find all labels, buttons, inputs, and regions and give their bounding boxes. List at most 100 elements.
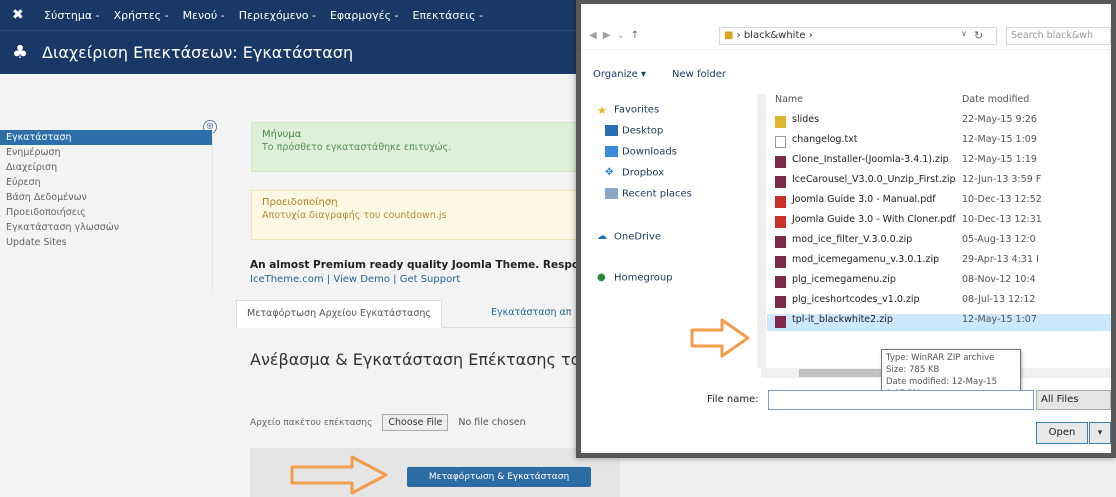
menu-system[interactable]: Σύστημα -: [44, 9, 100, 22]
tab-install-from-folder[interactable]: Εγκατάσταση απ: [481, 300, 582, 328]
open-dropdown-icon[interactable]: ▾: [1089, 422, 1111, 444]
menu-extensions[interactable]: Επεκτάσεις -: [413, 9, 483, 22]
zip-file-icon: [775, 256, 786, 268]
nav-recent-places[interactable]: Recent places: [605, 188, 692, 200]
joomla-logo-icon[interactable]: ✖: [12, 7, 30, 23]
warning-alert-message: Αποτυχία διαγραφής του countdown.js: [262, 210, 447, 221]
folder-icon: ■: [724, 30, 737, 41]
column-date-modified[interactable]: Date modified: [962, 94, 1029, 105]
success-alert-message: Το πρόσθετο εγκαταστάθηκε επιτυχώς.: [262, 142, 452, 153]
menu-components[interactable]: Εφαρμογές -: [330, 9, 399, 22]
file-date: 22-May-15 9:26: [962, 114, 1037, 125]
sidebar-item-update-sites[interactable]: Update Sites: [0, 235, 212, 250]
admin-top-menu: ✖ Σύστημα - Χρήστες - Μενού - Περιεχόμεν…: [0, 0, 600, 30]
nav-downloads[interactable]: Downloads: [605, 146, 677, 158]
file-row[interactable]: Clone_Installer-(Joomla-3.4.1).zip 12-May…: [767, 154, 1111, 171]
install-tabs: Μεταφόρτωση Αρχείου Εγκατάστασης Εγκατάσ…: [236, 300, 600, 328]
file-row[interactable]: mod_icemegamenu_v.3.0.1.zip 29-Apr-13 4:3…: [767, 254, 1111, 271]
cloud-icon: ☁: [597, 231, 607, 242]
sidebar-item-install[interactable]: Εγκατάσταση: [0, 130, 212, 145]
menu-users[interactable]: Χρήστες -: [114, 9, 169, 22]
file-name-input[interactable]: [768, 390, 1034, 410]
path-text: › black&white ›: [736, 30, 813, 41]
choose-file-button[interactable]: Choose File: [382, 414, 449, 431]
no-file-text: No file chosen: [458, 417, 526, 428]
extension-links[interactable]: IceTheme.com | View Demo | Get Support: [250, 274, 460, 285]
file-date: 12-May-15 1:09: [962, 134, 1037, 145]
refresh-icon[interactable]: ↻: [974, 29, 983, 42]
zip-file-icon: [775, 156, 786, 168]
column-name[interactable]: Name: [775, 94, 803, 105]
sidebar-item-update[interactable]: Ενημέρωση: [0, 145, 212, 160]
file-row[interactable]: Joomla Guide 3.0 - Manual.pdf 10-Dec-13 1…: [767, 194, 1111, 211]
sidebar: Εγκατάσταση Ενημέρωση Διαχείριση Εύρεση …: [0, 130, 213, 290]
warning-alert: Προειδοποίηση Αποτυχία διαγραφής του cou…: [251, 190, 596, 240]
nav-homegroup[interactable]: ● Homegroup: [597, 272, 673, 284]
section-title: Ανέβασμα & Εγκατάσταση Επέκτασης του: [250, 350, 590, 369]
sidebar-item-warnings[interactable]: Προειδοποιήσεις: [0, 205, 212, 220]
address-bar: ◀ ▶ ⌄ ↑ ■ › black&white › ∨ ↻ Search bla…: [581, 22, 1111, 50]
file-date: 08-Jul-13 12:12: [962, 294, 1036, 305]
zip-file-icon: [775, 236, 786, 248]
nav-scrollbar[interactable]: [757, 94, 766, 368]
sidebar-item-database[interactable]: Βάση Δεδομένων: [0, 190, 212, 205]
nav-desktop[interactable]: Desktop: [605, 125, 663, 137]
extension-description: An almost Premium ready quality Joomla T…: [250, 259, 597, 271]
search-input[interactable]: Search black&wh: [1006, 27, 1111, 45]
organize-button[interactable]: Organize ▾: [593, 69, 646, 80]
sidebar-item-manage[interactable]: Διαχείριση: [0, 160, 212, 175]
main-content: Μήνυμα Το πρόσθετο εγκαταστάθηκε επιτυχώ…: [220, 80, 620, 497]
tab-upload-package[interactable]: Μεταφόρτωση Αρχείου Εγκατάστασης: [236, 300, 442, 328]
success-alert: Μήνυμα Το πρόσθετο εγκαταστάθηκε επιτυχώ…: [251, 122, 596, 172]
path-field[interactable]: ■ › black&white ›: [719, 27, 997, 45]
folder-file-icon: [775, 116, 786, 128]
file-row[interactable]: IceCarousel_V3.0.0_Unzip_First.zip 12-Jun…: [767, 174, 1111, 191]
file-name-label: File name:: [707, 394, 759, 405]
dialog-toolbar: Organize ▾ New folder: [581, 60, 1111, 88]
chevron-down-icon[interactable]: ∨: [961, 29, 967, 38]
nav-favorites[interactable]: ★ Favorites: [597, 104, 660, 117]
success-alert-heading: Μήνυμα: [262, 129, 302, 140]
page-header: ♣ Διαχείριση Επεκτάσεων: Εγκατάσταση: [0, 30, 600, 74]
file-row[interactable]: mod_ice_filter_V.3.0.0.zip 05-Aug-13 12:0: [767, 234, 1111, 251]
file-row[interactable]: changelog.txt 12-May-15 1:09: [767, 134, 1111, 151]
nav-label: Homegroup: [614, 272, 673, 284]
nav-dropbox[interactable]: ✥ Dropbox: [605, 167, 664, 179]
file-date: 12-May-15 1:19: [962, 154, 1037, 165]
menu-menus[interactable]: Μενού -: [183, 9, 225, 22]
page-title: Διαχείριση Επεκτάσεων: Εγκατάσταση: [42, 43, 354, 62]
open-button[interactable]: Open: [1036, 422, 1088, 444]
nav-label: Dropbox: [622, 167, 665, 179]
sidebar-item-discover[interactable]: Εύρεση: [0, 175, 212, 190]
back-icon[interactable]: ◀: [589, 30, 597, 41]
file-row[interactable]: plg_iceshortcodes_v1.0.zip 08-Jul-13 12:1…: [767, 294, 1111, 311]
file-type-select[interactable]: All Files: [1036, 390, 1111, 410]
recent-icon: [605, 188, 618, 199]
file-list: Name Date modified slides 22-May-15 9:26 c…: [767, 94, 1111, 368]
file-date: 08-Nov-12 10:4: [962, 274, 1036, 285]
sidebar-item-install-languages[interactable]: Εγκατάσταση γλωσσών: [0, 220, 212, 235]
nav-label: Downloads: [622, 146, 677, 158]
file-name: changelog.txt: [792, 134, 858, 145]
up-arrow-icon[interactable]: ↑: [631, 30, 639, 41]
nav-onedrive[interactable]: ☁ OneDrive: [597, 231, 661, 243]
file-row[interactable]: tpl-it_blackwhite2.zip 12-May-15 1:07: [767, 314, 1111, 331]
file-label: Αρχείο πακέτου επέκτασης: [250, 417, 373, 428]
file-date: 10-Dec-13 12:52: [962, 194, 1042, 205]
upload-install-button[interactable]: Μεταφόρτωση & Εγκατάσταση: [407, 467, 591, 487]
desktop-icon: [605, 125, 618, 136]
menu-content[interactable]: Περιεχόμενο -: [239, 9, 316, 22]
nav-label: Favorites: [614, 104, 660, 116]
star-icon: ★: [597, 104, 607, 117]
file-open-dialog: ◀ ▶ ⌄ ↑ ■ › black&white › ∨ ↻ Search bla…: [576, 0, 1116, 458]
file-name: plg_icemegamenu.zip: [792, 274, 896, 285]
file-name: Joomla Guide 3.0 - Manual.pdf: [792, 194, 936, 205]
recent-dropdown-icon[interactable]: ⌄: [616, 30, 624, 41]
new-folder-button[interactable]: New folder: [672, 69, 726, 80]
forward-icon[interactable]: ▶: [603, 30, 611, 41]
file-name: tpl-it_blackwhite2.zip: [792, 314, 893, 325]
pdf-file-icon: [775, 216, 786, 228]
file-row[interactable]: slides 22-May-15 9:26: [767, 114, 1111, 131]
file-row[interactable]: plg_icemegamenu.zip 08-Nov-12 10:4: [767, 274, 1111, 291]
file-row[interactable]: Joomla Guide 3.0 - With Cloner.pdf 10-Dec…: [767, 214, 1111, 231]
